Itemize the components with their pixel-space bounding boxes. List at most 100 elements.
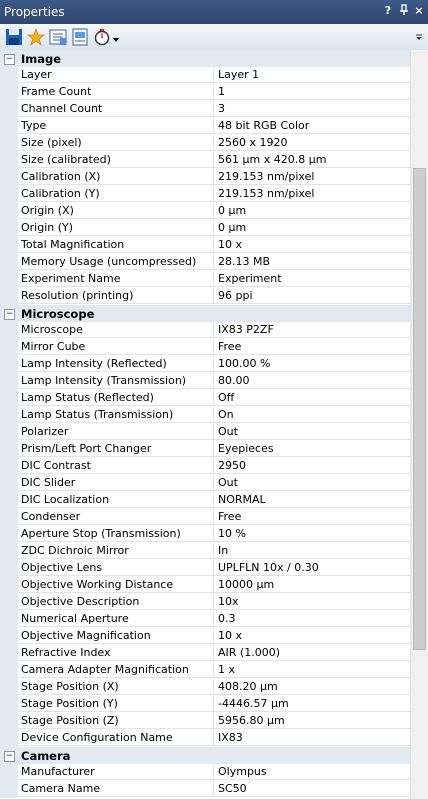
property-row[interactable]: Total Magnification 10 x [0,237,410,254]
property-value[interactable]: Layer 1 [214,67,410,83]
property-value[interactable]: 10 x [214,237,410,253]
property-value[interactable]: 10 % [214,526,410,542]
property-value[interactable]: AIR (1.000) [214,645,410,661]
property-row[interactable]: Objective Lens UPLFLN 10x / 0.30 [0,560,410,577]
property-row[interactable]: Lamp Intensity (Transmission) 80.00 [0,373,410,390]
property-row[interactable]: Lamp Intensity (Reflected) 100.00 % [0,356,410,373]
property-row[interactable]: Camera Name SC50 [0,781,410,798]
property-row[interactable]: Size (pixel) 2560 x 1920 [0,135,410,152]
property-value[interactable]: UPLFLN 10x / 0.30 [214,560,410,576]
property-value[interactable]: -4446.57 µm [214,696,410,712]
property-row[interactable]: Lamp Status (Transmission) On [0,407,410,424]
chevron-down-icon[interactable] [112,33,120,42]
property-value[interactable]: IX83 [214,730,410,746]
property-row[interactable]: Camera Adapter Magnification 1 x [0,662,410,679]
property-value[interactable]: Free [214,339,410,355]
property-row[interactable]: Numerical Aperture 0.3 [0,611,410,628]
property-value[interactable]: NORMAL [214,492,410,508]
property-value[interactable]: 561 µm x 420.8 µm [214,152,410,168]
category-microscope[interactable]: − Microscope [0,305,410,322]
property-value[interactable]: IX83 P2ZF [214,322,410,338]
property-row[interactable]: ZDC Dichroic Mirror In [0,543,410,560]
property-value[interactable]: Experiment [214,271,410,287]
property-value[interactable]: Eyepieces [214,441,410,457]
category-image[interactable]: − Image [0,50,410,67]
dropdown-overflow-icon[interactable] [414,32,424,42]
property-value[interactable]: 2950 [214,458,410,474]
help-icon[interactable]: ? [381,4,395,20]
property-value[interactable]: 96 ppi [214,288,410,304]
property-row[interactable]: Calibration (X) 219.153 nm/pixel [0,169,410,186]
property-value[interactable]: 5956.80 µm [214,713,410,729]
property-row[interactable]: Aperture Stop (Transmission) 10 % [0,526,410,543]
property-row[interactable]: Mirror Cube Free [0,339,410,356]
collapse-icon[interactable]: − [4,751,15,762]
property-value[interactable]: 0 µm [214,203,410,219]
property-row[interactable]: Prism/Left Port Changer Eyepieces [0,441,410,458]
property-row[interactable]: Objective Description 10x [0,594,410,611]
property-value[interactable]: 28.13 MB [214,254,410,270]
property-row[interactable]: Refractive Index AIR (1.000) [0,645,410,662]
property-row[interactable]: Memory Usage (uncompressed) 28.13 MB [0,254,410,271]
property-row[interactable]: Channel Count 3 [0,101,410,118]
property-row[interactable]: Frame Count 1 [0,84,410,101]
property-value[interactable]: 0 µm [214,220,410,236]
property-row[interactable]: Condenser Free [0,509,410,526]
pin-icon[interactable] [397,4,411,20]
property-value[interactable]: 219.153 nm/pixel [214,186,410,202]
property-value[interactable]: SC50 [214,781,410,797]
property-value[interactable]: Out [214,424,410,440]
property-row[interactable]: Origin (Y) 0 µm [0,220,410,237]
property-value[interactable]: 0.3 [214,611,410,627]
property-row[interactable]: Layer Layer 1 [0,67,410,84]
property-row[interactable]: Resolution (printing) 96 ppi [0,288,410,305]
property-value[interactable]: 408.20 µm [214,679,410,695]
property-row[interactable]: Objective Working Distance 10000 µm [0,577,410,594]
property-value[interactable]: 100.00 % [214,356,410,372]
property-value[interactable]: 10 x [214,628,410,644]
property-value[interactable]: 3 [214,101,410,117]
property-value[interactable]: In [214,543,410,559]
property-row[interactable]: Stage Position (Z) 5956.80 µm [0,713,410,730]
properties-icon[interactable] [49,28,67,46]
property-value[interactable]: Out [214,475,410,491]
timer-icon[interactable] [93,28,111,46]
property-value[interactable]: 2560 x 1920 [214,135,410,151]
close-icon[interactable]: × [412,4,426,20]
property-row[interactable]: Origin (X) 0 µm [0,203,410,220]
property-value[interactable]: Off [214,390,410,406]
export-icon[interactable] [71,28,89,46]
new-icon[interactable] [26,27,46,47]
property-value[interactable]: 10000 µm [214,577,410,593]
property-row[interactable]: Type 48 bit RGB Color [0,118,410,135]
category-camera[interactable]: − Camera [0,747,410,764]
property-row[interactable]: Microscope IX83 P2ZF [0,322,410,339]
collapse-icon[interactable]: − [4,54,15,65]
vertical-scrollbar[interactable] [410,50,428,799]
collapse-icon[interactable]: − [4,309,15,320]
property-row[interactable]: DIC Localization NORMAL [0,492,410,509]
property-value[interactable]: 80.00 [214,373,410,389]
property-row[interactable]: Stage Position (Y) -4446.57 µm [0,696,410,713]
property-value[interactable]: 48 bit RGB Color [214,118,410,134]
property-row[interactable]: Manufacturer Olympus [0,764,410,781]
save-icon[interactable] [5,28,23,46]
property-row[interactable]: DIC Slider Out [0,475,410,492]
property-value[interactable]: Olympus [214,764,410,780]
property-value[interactable]: 1 x [214,662,410,678]
property-value[interactable]: Free [214,509,410,525]
property-row[interactable]: Device Configuration Name IX83 [0,730,410,747]
property-row[interactable]: Size (calibrated) 561 µm x 420.8 µm [0,152,410,169]
property-value[interactable]: 219.153 nm/pixel [214,169,410,185]
property-row[interactable]: DIC Contrast 2950 [0,458,410,475]
property-row[interactable]: Polarizer Out [0,424,410,441]
property-value[interactable]: 1 [214,84,410,100]
property-value[interactable]: On [214,407,410,423]
property-row[interactable]: Stage Position (X) 408.20 µm [0,679,410,696]
property-value[interactable]: 10x [214,594,410,610]
property-row[interactable]: Lamp Status (Reflected) Off [0,390,410,407]
property-row[interactable]: Objective Magnification 10 x [0,628,410,645]
scrollbar-thumb[interactable] [413,168,426,650]
property-row[interactable]: Calibration (Y) 219.153 nm/pixel [0,186,410,203]
property-row[interactable]: Experiment Name Experiment [0,271,410,288]
